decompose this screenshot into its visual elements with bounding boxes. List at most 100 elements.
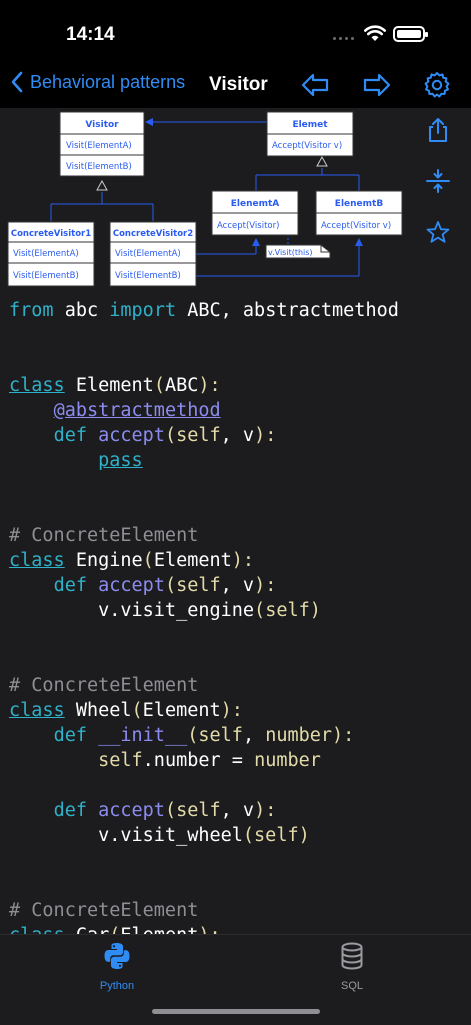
gear-icon[interactable]	[422, 70, 452, 100]
code-line: v.visit_engine(self)	[9, 600, 321, 621]
code-token[interactable]: class	[9, 550, 65, 571]
python-icon	[104, 943, 130, 969]
uml-class-element: Elemet Accept(Visitor v)	[266, 111, 354, 157]
code-line: # ConcreteElement	[9, 525, 198, 546]
code-token: , v	[220, 800, 255, 821]
uml-element-b-method: Accept(Visitor v)	[321, 221, 391, 231]
tab-sql[interactable]: SQL	[307, 941, 397, 992]
navigation-bar: Behavioral patterns Visitor	[0, 62, 471, 108]
code-token: (	[109, 925, 120, 934]
wifi-icon	[364, 25, 386, 41]
code-token: (	[164, 800, 177, 821]
uml-class-element-b: ElenemtB Accept(Visitor v)	[315, 190, 403, 236]
share-icon[interactable]	[424, 116, 452, 144]
status-bar: 14:14	[0, 0, 471, 62]
code-line: # ConcreteElement	[9, 675, 198, 696]
code-line: class Engine(Element):	[9, 550, 254, 571]
code-token: Wheel	[64, 700, 132, 721]
status-time: 14:14	[66, 24, 115, 45]
code-token: .number =	[142, 750, 255, 771]
tab-python[interactable]: Python	[72, 941, 162, 992]
code-line: self.number = number	[9, 750, 321, 771]
uml-class-element-a: ElenemtA Accept(Visitor)	[211, 190, 299, 236]
code-token: (	[242, 825, 255, 846]
code-token[interactable]: @abstractmethod	[54, 400, 221, 421]
uml-element-b-title: ElenemtB	[335, 199, 384, 209]
code-token[interactable]: class	[9, 375, 65, 396]
code-token: Car	[65, 925, 109, 934]
arrow-left-icon[interactable]	[300, 70, 330, 100]
code-token: (	[254, 600, 266, 621]
page-title: Visitor	[209, 74, 268, 95]
code-line: def accept(self, v):	[9, 425, 277, 446]
code-token: Element	[64, 375, 154, 396]
home-indicator[interactable]	[152, 1009, 320, 1014]
code-token: __init__	[86, 725, 188, 746]
code-token[interactable]: pass	[98, 450, 143, 471]
back-button[interactable]: Behavioral patterns	[10, 71, 185, 93]
uml-element-a-method: Accept(Visitor)	[217, 221, 279, 231]
uml-concrete-visitor1-method: Visit(ElementA)	[13, 249, 79, 259]
code-token: ):	[254, 800, 277, 821]
collapse-icon[interactable]	[424, 167, 452, 195]
code-token: ):	[254, 425, 277, 446]
code-token: (	[131, 700, 143, 721]
code-token: self	[176, 575, 221, 596]
uml-visitor-method: Visit(ElementA)	[66, 141, 132, 151]
code-line: def accept(self, v):	[9, 800, 277, 821]
chevron-left-icon	[11, 71, 23, 93]
code-token: accept	[86, 425, 165, 446]
uml-visitor-title: Visitor	[85, 120, 119, 130]
code-token: self	[265, 600, 310, 621]
code-line: class Element(ABC):	[9, 375, 221, 396]
code-line: v.visit_wheel(self)	[9, 825, 310, 846]
code-line: # ConcreteElement	[9, 900, 198, 921]
code-token: (	[142, 550, 154, 571]
battery-icon	[393, 26, 428, 42]
tab-sql-label: SQL	[340, 980, 363, 992]
code-token[interactable]: class	[9, 925, 65, 934]
code-comment: # ConcreteElement	[9, 525, 199, 546]
code-token: self	[198, 725, 243, 746]
code-token: import	[109, 300, 177, 321]
uml-note-text: v.Visit(this)	[268, 248, 313, 257]
code-token: v.visit_engine	[98, 600, 255, 621]
star-icon[interactable]	[424, 219, 452, 247]
uml-note: v.Visit(this)	[265, 244, 331, 259]
code-token: )	[309, 600, 321, 621]
uml-element-title: Elemet	[292, 120, 328, 130]
uml-class-visitor: Visitor Visit(ElementA) Visit(ElementB)	[59, 111, 145, 177]
code-token: def	[53, 725, 87, 746]
code-token: self	[176, 800, 221, 821]
code-line: from abc import ABC, abstractmethod	[9, 300, 399, 321]
code-token: ABC, abstractmethod	[176, 300, 399, 321]
arrow-right-icon[interactable]	[362, 70, 392, 100]
code-token: def	[53, 425, 87, 446]
code-token: v.visit_wheel	[98, 825, 243, 846]
back-button-label: Behavioral patterns	[30, 71, 186, 92]
code-token: from	[9, 300, 54, 321]
code-token: def	[53, 575, 87, 596]
code-token: )	[298, 825, 310, 846]
code-line: def __init__(self, number):	[9, 725, 355, 746]
source-code: from abc import ABC, abstractmethod clas…	[9, 298, 399, 934]
code-view[interactable]: Visitor Visit(ElementA) Visit(ElementB) …	[0, 108, 471, 934]
code-token: ):	[332, 725, 355, 746]
code-line: @abstractmethod	[9, 400, 221, 421]
code-token[interactable]: class	[9, 700, 65, 721]
database-icon	[341, 942, 363, 970]
code-token: def	[53, 800, 87, 821]
code-line: pass	[9, 450, 143, 471]
code-token: , v	[220, 425, 255, 446]
code-token: (	[164, 575, 177, 596]
code-line: class Car(Element):	[9, 925, 221, 934]
code-token: Element	[142, 700, 221, 721]
code-line: def accept(self, v):	[9, 575, 277, 596]
uml-element-method: Accept(Visitor v)	[272, 141, 342, 151]
code-token: , v	[220, 575, 255, 596]
uml-class-concrete-visitor2: ConcreteVisitor2 Visit(ElementA) Visit(E…	[109, 221, 197, 287]
code-token: ,	[242, 725, 266, 746]
code-token: number	[265, 725, 333, 746]
uml-class-concrete-visitor1: ConcreteVisitor1 Visit(ElementA) Visit(E…	[7, 221, 95, 287]
code-token: (	[153, 375, 165, 396]
